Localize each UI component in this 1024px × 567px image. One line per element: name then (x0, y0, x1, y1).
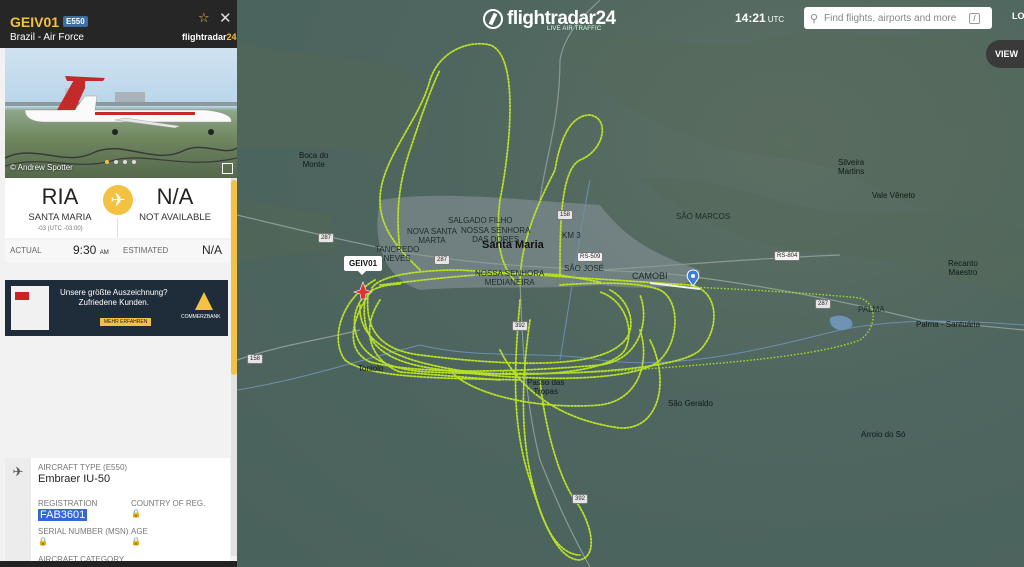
favorite-star-icon[interactable]: ☆ (198, 10, 210, 26)
place-recanto-maestro: Recanto Maestro (948, 259, 978, 277)
road-shield-287: 287 (434, 255, 451, 265)
map-canvas[interactable] (237, 0, 1024, 567)
place-sao-marcos: SÃO MARCOS (676, 212, 731, 221)
close-icon[interactable]: ✕ (219, 9, 232, 27)
place-palma-santuaria: Palma - Santuária (916, 320, 981, 329)
clock: 14:21 UTC (735, 11, 784, 25)
flight-callsign: GEIV01 (10, 14, 60, 30)
time-row: ACTUAL 9:30 AM ESTIMATED N/A (5, 240, 230, 262)
clock-timezone: UTC (767, 15, 785, 24)
map-view[interactable]: Boca do Monte Santa Maria SALGADO FILHO N… (237, 0, 1024, 567)
logo-tagline: LIVE AIR TRAFFIC (547, 26, 602, 32)
lake (829, 315, 853, 331)
place-sao-geraldo: São Geraldo (668, 399, 713, 408)
commerzbank-logo-icon (195, 292, 213, 310)
view-button[interactable]: VIEW (986, 40, 1024, 68)
flight-info-panel: GEIV01 E550 Brazil - Air Force ☆ ✕ fligh… (0, 0, 237, 567)
photo-credit[interactable]: © Andrew Spotter (10, 163, 73, 172)
panel-scroll-thumb[interactable] (231, 180, 237, 375)
place-arroio-do-so: Arroio do Só (861, 430, 906, 439)
msn-label: SERIAL NUMBER (MSN) (38, 527, 129, 536)
route-card: RIA SANTA MARIA -03 (UTC -03:00) ✈ N/A N… (5, 178, 230, 238)
photo-carousel-dots[interactable] (105, 160, 136, 164)
road-shield-287: 287 (815, 299, 832, 309)
estimated-time: N/A (202, 243, 223, 257)
place-silveira-martins: Silveira Martins (838, 158, 865, 176)
place-salgado-filho: SALGADO FILHO (448, 216, 513, 225)
search-icon: ⚲ (809, 12, 819, 25)
panel-header: GEIV01 E550 Brazil - Air Force ☆ ✕ fligh… (0, 0, 237, 48)
advertisement-banner[interactable]: Unsere größte Auszeichnung? Zufriedene Ku… (5, 280, 228, 336)
origin-city: SANTA MARIA (28, 212, 92, 223)
road-shield-rs509: RS-509 (577, 252, 604, 262)
panel-bottom-toolbar (0, 561, 237, 567)
search-box[interactable]: ⚲ / (804, 7, 992, 29)
place-passo-das-tropas: Passo das Tropas (527, 378, 565, 396)
aircraft-type-badge: E550 (63, 16, 88, 27)
place-nossa-senhora-medianeira: NOSSA SENHORA MEDIANEIRA (475, 269, 545, 287)
road-shield-rs804: RS-804 (774, 251, 801, 261)
ad-headline: Unsere größte Auszeichnung? Zufriedene Ku… (60, 288, 168, 307)
aircraft-type-value: Embraer IU-50 (38, 473, 111, 485)
ad-card-image (11, 286, 49, 330)
place-camobi: CAMOBI (632, 271, 668, 281)
expand-photo-icon[interactable] (222, 163, 233, 174)
age-label: AGE (131, 527, 148, 536)
airline-name: Brazil - Air Force (10, 32, 84, 43)
road-shield-392: 392 (512, 321, 529, 331)
search-shortcut-key: / (969, 12, 980, 24)
estimated-label: ESTIMATED (123, 246, 169, 255)
clock-time: 14:21 (735, 11, 766, 25)
search-input[interactable] (824, 12, 969, 24)
road-shield-158: 158 (557, 210, 574, 220)
aircraft-type-label: AIRCRAFT TYPE (E550) (38, 463, 128, 472)
lock-icon[interactable]: 🔒 (131, 537, 141, 546)
airplane-icon: ✈ (5, 458, 31, 567)
aircraft-photo[interactable]: © Andrew Spotter (5, 48, 237, 178)
actual-time: 9:30 AM (73, 243, 109, 257)
country-label: COUNTRY OF REG. (131, 499, 206, 508)
place-palma: PALMA (858, 305, 885, 314)
registration-value[interactable]: FAB3601 (38, 509, 88, 521)
radar-logo-icon (483, 9, 503, 29)
origin-code[interactable]: RIA (5, 184, 115, 210)
login-button[interactable]: LO (1012, 11, 1024, 21)
lock-icon[interactable]: 🔒 (38, 537, 48, 546)
registration-label: REGISTRATION (38, 499, 98, 508)
destination-city: NOT AVAILABLE (139, 212, 211, 223)
aircraft-map-label[interactable]: GEIV01 (344, 256, 383, 275)
destination-code: N/A (156, 184, 194, 209)
origin-timezone: -03 (UTC -03:00) (37, 226, 83, 232)
place-km3: KM 3 (562, 231, 581, 240)
place-nossa-senhora-das-dores: NOSSA SENHORA DAS DORES (461, 226, 531, 244)
place-vale-veneto: Vale Vêneto (872, 191, 915, 200)
brand-logo: flightradar24 (182, 32, 237, 42)
place-toniolo: Toniolo (358, 364, 384, 373)
lock-icon[interactable]: 🔒 (131, 509, 141, 518)
road-shield-392: 392 (572, 494, 589, 504)
road-shield-287: 287 (318, 233, 335, 243)
aircraft-details: ✈ AIRCRAFT TYPE (E550) Embraer IU-50 REG… (5, 458, 230, 567)
aircraft-photo-image (5, 76, 237, 167)
road-shield-158: 158 (247, 354, 264, 364)
flightradar-logo[interactable]: flightradar24 LIVE AIR TRAFFIC (483, 5, 616, 33)
place-boca-do-monte: Boca do Monte (299, 151, 329, 169)
actual-label: ACTUAL (10, 246, 42, 255)
ad-brand: COMMERZBANK (181, 314, 221, 320)
place-sao-jose: SÃO JOSÉ (564, 264, 605, 273)
place-nova-santa-marta: NOVA SANTA MARTA (407, 227, 457, 245)
airport-pin-icon[interactable] (686, 269, 700, 287)
ad-cta-button[interactable]: MEHR ERFAHREN (100, 318, 152, 326)
